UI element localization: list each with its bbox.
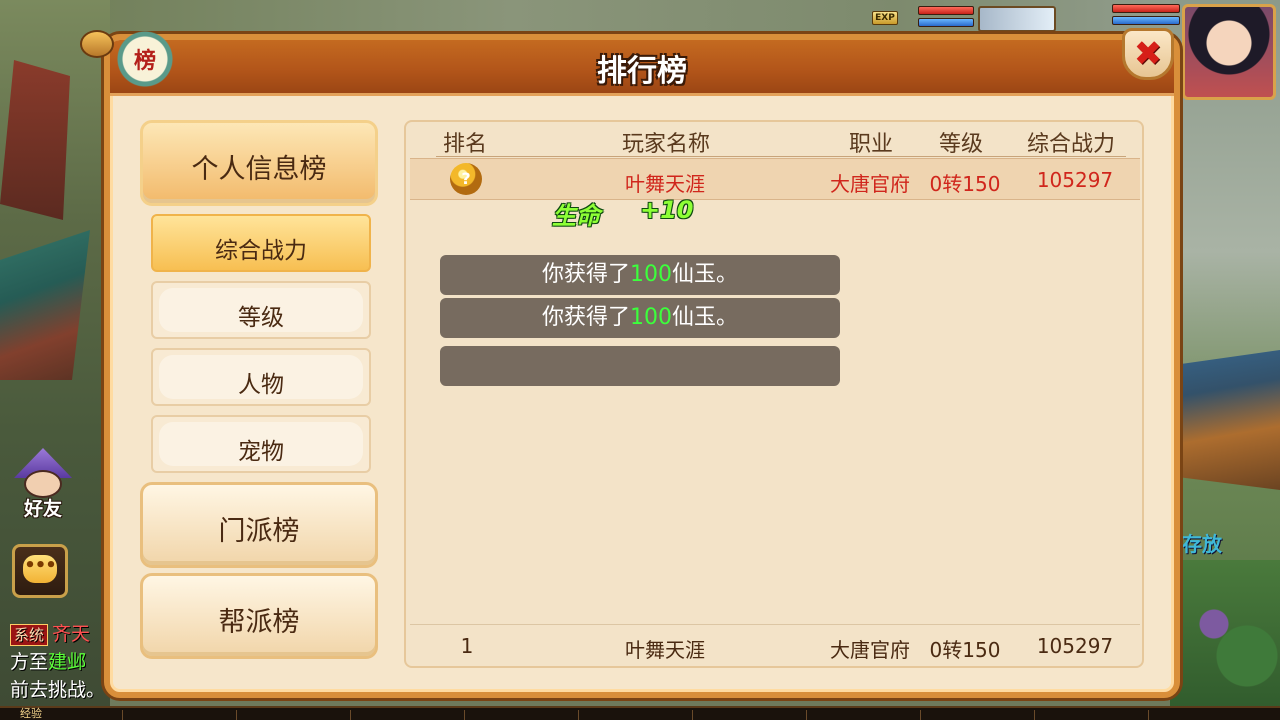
pet-mp-bar (918, 18, 974, 27)
gold-medal-icon: ? (450, 163, 482, 195)
nav-label: 等级 (238, 305, 284, 331)
floating-stat-label: 生命 (552, 202, 600, 230)
exp-tick (692, 710, 693, 720)
title-bar: 排行榜 (110, 40, 1174, 96)
cell-rank: 1 (460, 634, 474, 658)
pet-hp-bar (918, 6, 974, 15)
nav-label: 综合战力 (215, 238, 307, 264)
toast-prefix: 你获得了 (541, 305, 630, 330)
nav-sect[interactable]: 门派榜 (140, 482, 378, 568)
player-avatar[interactable] (1182, 4, 1276, 100)
floating-stat-value: +10 (640, 196, 694, 224)
nav-label: 人物 (238, 372, 284, 398)
right-hint-text: 存放 (1182, 532, 1222, 556)
exp-tag: EXP (872, 11, 898, 25)
cell-power: 105297 (1036, 168, 1114, 192)
close-icon: ✖ (1133, 34, 1163, 74)
toast-amount: 100 (630, 262, 672, 287)
exp-bar: 经验 (0, 706, 1280, 720)
cell-name: 叶舞天涯 (625, 638, 705, 662)
header-divider (436, 156, 1126, 157)
toast-suffix: 仙玉。 (672, 305, 739, 330)
exp-tick (578, 710, 579, 720)
pet-portrait[interactable] (978, 6, 1056, 32)
nav-label: 个人信息榜 (191, 154, 327, 185)
badge-char: 榜 (133, 49, 156, 74)
nav-label: 宠物 (238, 439, 284, 465)
exp-tick (122, 710, 123, 720)
nav-label: 帮派榜 (218, 607, 300, 638)
system-chat-line3: 前去挑战。 (10, 679, 106, 701)
header-level: 等级 (938, 132, 983, 157)
empty-toast (440, 346, 840, 386)
nav-sub-combat-power[interactable]: 综合战力 (151, 214, 371, 272)
exp-tick (350, 710, 351, 720)
pagoda-right (1170, 350, 1280, 490)
exp-tick (464, 710, 465, 720)
nav-sub-pet[interactable]: 宠物 (151, 415, 371, 473)
nav-guild[interactable]: 帮派榜 (140, 573, 378, 659)
leaderboard-badge-icon: 榜 (116, 30, 174, 88)
category-nav: 个人信息榜 综合战力 等级 人物 宠物 门派榜 帮派榜 (140, 120, 380, 666)
cell-level: 0转150 (929, 638, 1001, 662)
system-chat-red: 齐天 (52, 623, 91, 645)
cell-power: 105297 (1036, 634, 1114, 658)
close-button[interactable]: ✖ (1122, 28, 1174, 80)
nav-sub-level[interactable]: 等级 (151, 281, 371, 339)
system-chat-prefix: 方至 (10, 651, 49, 673)
toast-prefix: 你获得了 (541, 262, 630, 287)
cell-class: 大唐官府 (830, 638, 910, 662)
cell-class: 大唐官府 (830, 172, 910, 196)
system-chat: 系统 齐天 方至建邺 前去挑战。 (10, 620, 110, 704)
title-scroll-knob (80, 30, 114, 58)
nav-label: 门派榜 (218, 516, 300, 547)
exp-tick (236, 710, 237, 720)
player-hp-bar (1112, 4, 1180, 13)
window-title: 排行榜 (597, 54, 687, 89)
cell-name: 叶舞天涯 (625, 172, 705, 196)
player-status-bars (1112, 4, 1180, 28)
exp-tick (806, 710, 807, 720)
exp-tick (920, 710, 921, 720)
reward-toast: 你获得了100仙玉。 (440, 298, 840, 338)
friend-button[interactable]: 好友 (6, 448, 80, 522)
player-mp-bar (1112, 16, 1180, 25)
toast-amount: 100 (630, 305, 672, 330)
system-chat-green: 建邺 (48, 651, 87, 673)
table-header: 排名 玩家名称 职业 等级 综合战力 (406, 122, 1142, 158)
ranking-table: 排名 玩家名称 职业 等级 综合战力 ? 叶舞天涯 大唐官府 0转150 105… (404, 120, 1144, 668)
header-rank: 排名 (442, 132, 487, 157)
header-combat-power: 综合战力 (1026, 132, 1115, 157)
header-class: 职业 (848, 132, 893, 157)
cell-level: 0转150 (929, 172, 1001, 196)
reward-toast: 你获得了100仙玉。 (440, 255, 840, 295)
table-row[interactable]: ? 叶舞天涯 大唐官府 0转150 105297 (410, 158, 1140, 200)
friend-label: 好友 (23, 498, 62, 520)
chat-bubble-icon: ••• (23, 555, 57, 583)
toast-suffix: 仙玉。 (672, 262, 739, 287)
trees-right (1170, 560, 1280, 720)
exp-tick (1148, 710, 1149, 720)
header-player-name: 玩家名称 (621, 132, 710, 157)
nav-personal-info[interactable]: 个人信息榜 (140, 120, 378, 206)
exp-tick (1034, 710, 1035, 720)
my-rank-row: 1 叶舞天涯 大唐官府 0转150 105297 (410, 624, 1140, 666)
chat-button[interactable]: ••• (12, 544, 68, 598)
exp-bar-label: 经验 (20, 707, 42, 720)
pet-status-bars (918, 6, 974, 30)
system-tag: 系统 (10, 624, 49, 646)
nav-sub-character[interactable]: 人物 (151, 348, 371, 406)
